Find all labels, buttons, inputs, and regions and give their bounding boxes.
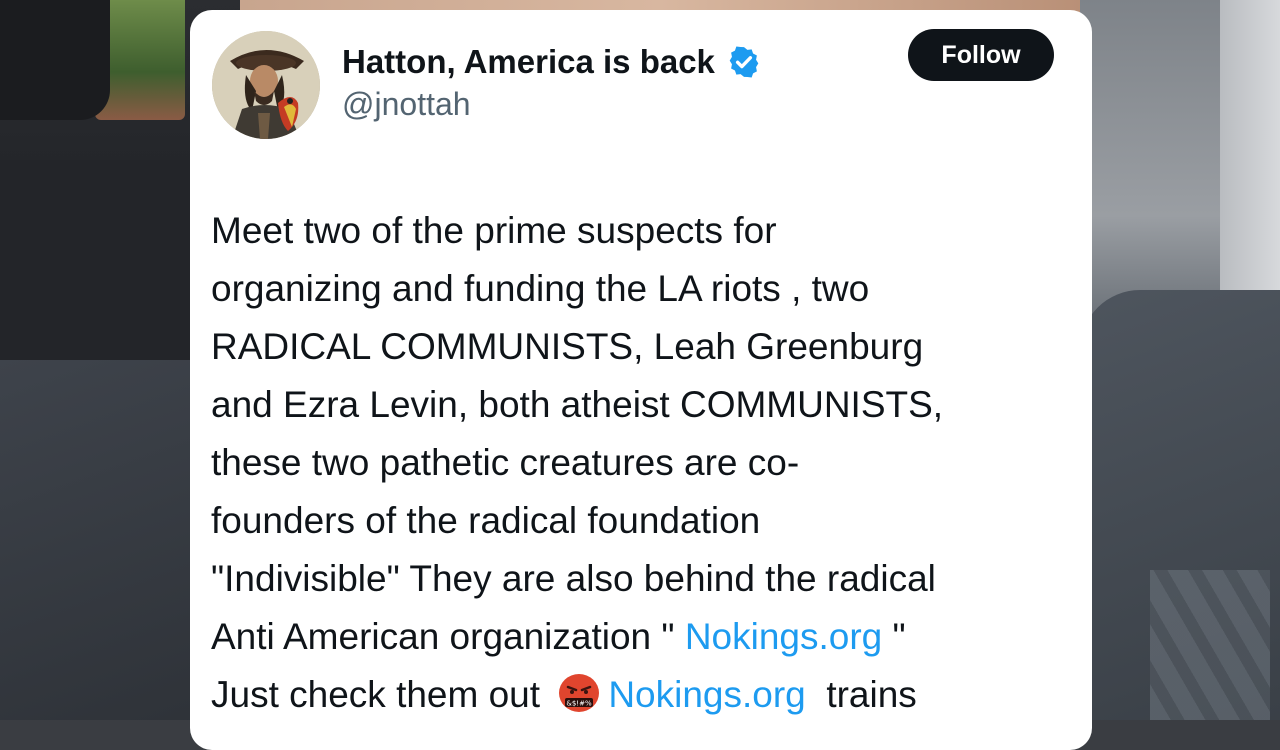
tweet-text-segment: Just check them out xyxy=(211,674,551,715)
follow-button[interactable]: Follow xyxy=(908,29,1054,81)
tweet-text-line: organizing and funding the LA riots , tw… xyxy=(211,268,870,309)
svg-text:&$!#%: &$!#% xyxy=(567,700,593,708)
author-name-row: Hatton, America is back xyxy=(342,40,761,84)
tweet-text-segment: Anti American organization " xyxy=(211,616,685,657)
tweet-text-line: and Ezra Levin, both atheist COMMUNISTS, xyxy=(211,384,944,425)
tweet-text-line: these two pathetic creatures are co- xyxy=(211,442,800,483)
verified-badge-icon xyxy=(727,45,761,79)
author-display-name[interactable]: Hatton, America is back xyxy=(342,43,715,81)
tweet-text-line: founders of the radical foundation xyxy=(211,500,761,541)
tweet-text-line: RADICAL COMMUNISTS, Leah Greenburg xyxy=(211,326,924,367)
tweet-text: Meet two of the prime suspects for organ… xyxy=(211,202,1071,724)
nokings-link[interactable]: Nokings.org xyxy=(608,674,805,715)
tweet-text-line: Just check them out &$!#% Nokings.org tra… xyxy=(211,666,1071,724)
cursing-face-emoji-icon: &$!#% xyxy=(556,672,602,712)
tweet-text-segment: " xyxy=(882,616,906,657)
nokings-link[interactable]: Nokings.org xyxy=(685,616,882,657)
background-shirt-print xyxy=(1150,570,1270,720)
background-right-car-interior xyxy=(1080,0,1280,720)
tweet-text-line: "Indivisible" They are also behind the r… xyxy=(211,558,936,599)
tweet-text-segment: trains xyxy=(805,674,917,715)
tweet-card: Hatton, America is back @jnottah Follow … xyxy=(190,10,1092,750)
author-avatar[interactable] xyxy=(212,31,320,139)
tweet-text-line: Anti American organization " Nokings.org… xyxy=(211,608,1071,666)
pirate-with-parrot-avatar-icon xyxy=(212,31,320,139)
background-headrest xyxy=(0,0,110,120)
tweet-text-line: Meet two of the prime suspects for xyxy=(211,210,777,251)
author-handle[interactable]: @jnottah xyxy=(342,86,471,123)
